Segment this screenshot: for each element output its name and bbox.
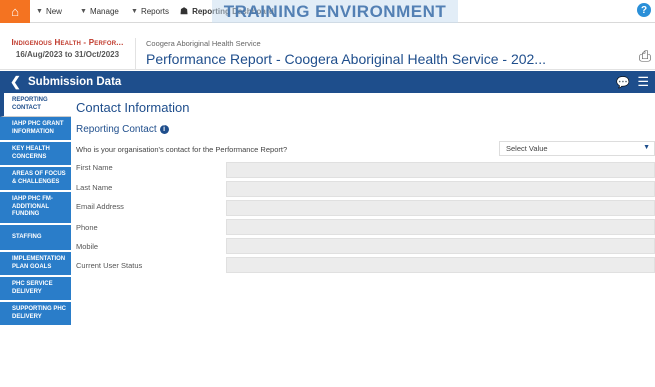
section-sidebar: Reporting Contact IAHP PHC Grant Informa…: [0, 93, 71, 387]
first-name-label: First Name: [76, 163, 113, 172]
sidebar-item-areas-of-focus[interactable]: Areas of Focus & Challenges: [0, 167, 71, 192]
bank-icon: ☗: [180, 6, 189, 16]
reporting-contact-select[interactable]: Select Value ▼: [499, 141, 655, 156]
report-type-title: Indigenous Health - Perfor...: [11, 38, 124, 47]
sidebar-item-supporting-phc-delivery[interactable]: Supporting PHC Delivery: [0, 302, 71, 327]
main-content: Contact Information Reporting Contact i W…: [71, 93, 655, 387]
new-menu-label: New: [45, 7, 62, 16]
sidebar-item-iahp-phc-grant-information[interactable]: IAHP PHC Grant Information: [0, 117, 71, 142]
email-address-label: Email Address: [76, 202, 124, 211]
mobile-label: Mobile: [76, 242, 99, 251]
sidebar-item-staffing[interactable]: Staffing: [0, 224, 71, 252]
report-period-panel: Indigenous Health - Perfor... 16/Aug/202…: [0, 38, 136, 70]
training-environment-banner: TRAINING ENVIRONMENT: [212, 0, 458, 23]
new-menu[interactable]: ▼ New: [36, 0, 62, 23]
phone-field: [226, 219, 655, 235]
mobile-field: [226, 238, 655, 254]
first-name-field: [226, 162, 655, 178]
submission-data-title: Submission Data: [28, 76, 122, 88]
sidebar-item-phc-service-delivery[interactable]: PHC Service Delivery: [0, 277, 71, 302]
dropdown-arrow-icon: ▼: [643, 144, 650, 151]
sidebar-item-reporting-contact[interactable]: Reporting Contact: [0, 93, 71, 117]
manage-menu-label: Manage: [89, 7, 119, 16]
sidebar-item-key-health-concerns[interactable]: Key Health Concerns: [0, 142, 71, 167]
current-user-status-label: Current User Status: [76, 261, 143, 270]
organisation-name: Coogera Aboriginal Health Service: [146, 39, 261, 48]
comments-icon[interactable]: 💬: [616, 76, 630, 89]
print-icon[interactable]: ⎙: [639, 48, 651, 65]
top-navigation-bar: ⌂ ▼ New ▼ Manage ▼ Reports ☗ Reporting D…: [0, 0, 655, 23]
hamburger-menu-icon[interactable]: ☰: [637, 74, 649, 90]
info-icon[interactable]: i: [159, 125, 169, 134]
manage-menu[interactable]: ▼ Manage: [80, 0, 119, 23]
reports-menu[interactable]: ▼ Reports: [131, 0, 169, 23]
subsection-title-text: Reporting Contact: [76, 124, 157, 135]
reports-menu-label: Reports: [140, 7, 169, 16]
sidebar-item-implementation-plan-goals[interactable]: Implementation Plan Goals: [0, 252, 71, 277]
contact-question-label: Who is your organisation's contact for t…: [76, 145, 288, 154]
page-title: Performance Report - Coogera Aboriginal …: [146, 51, 546, 67]
phone-label: Phone: [76, 223, 98, 232]
report-period-dates: 16/Aug/2023 to 31/Oct/2023: [15, 50, 120, 59]
select-value: Select Value: [506, 144, 548, 153]
email-address-field: [226, 200, 655, 216]
caret-down-icon: ▼: [80, 8, 87, 15]
caret-down-icon: ▼: [36, 8, 43, 15]
last-name-label: Last Name: [76, 183, 113, 192]
submission-data-bar: ❮ Submission Data 💬 ☰: [0, 71, 655, 93]
home-icon[interactable]: ⌂: [0, 0, 30, 23]
last-name-field: [226, 181, 655, 197]
report-header: Indigenous Health - Perfor... 16/Aug/202…: [0, 24, 655, 70]
subsection-title: Reporting Contact i: [76, 124, 169, 135]
help-icon[interactable]: ?: [637, 3, 651, 17]
back-chevron-icon[interactable]: ❮: [10, 74, 21, 90]
sidebar-item-additional-funding[interactable]: IAHP PHC FM- Additional Funding: [0, 192, 71, 225]
section-title: Contact Information: [76, 100, 190, 115]
current-user-status-field: [226, 257, 655, 273]
caret-down-icon: ▼: [131, 8, 138, 15]
